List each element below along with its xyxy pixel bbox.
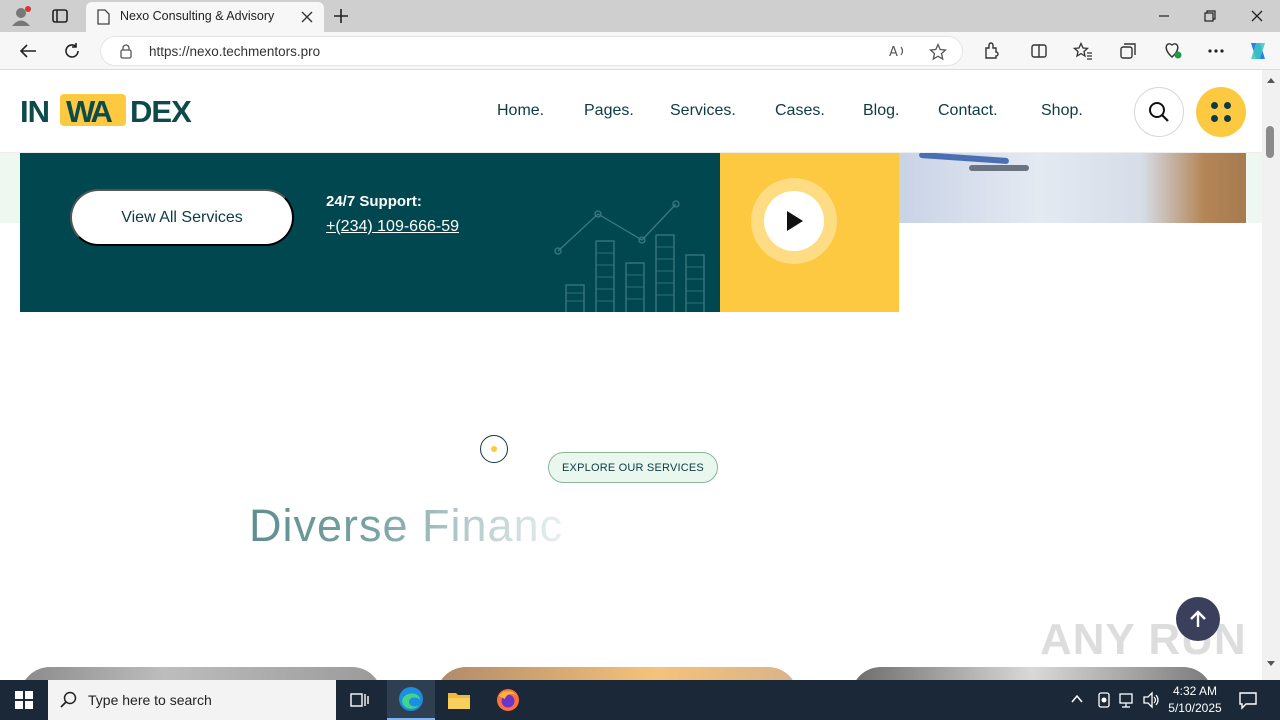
grid-dot-icon — [1224, 115, 1231, 122]
growth-chart-icon — [554, 200, 705, 312]
collections-icon[interactable] — [1114, 37, 1142, 65]
edge-icon — [399, 687, 423, 711]
start-button[interactable] — [0, 680, 48, 720]
nav-cases[interactable]: Cases. — [775, 102, 825, 120]
firefox-icon — [497, 689, 519, 711]
video-block — [720, 153, 899, 312]
file-explorer-button[interactable] — [435, 680, 483, 720]
read-aloud-icon[interactable]: A — [889, 43, 907, 64]
scroll-up-icon[interactable] — [1266, 76, 1276, 84]
nav-shop[interactable]: Shop. — [1041, 102, 1083, 120]
grid-dot-icon — [1224, 102, 1231, 109]
copilot-icon[interactable] — [1244, 37, 1272, 65]
task-view-icon — [350, 693, 369, 707]
split-screen-icon[interactable] — [1025, 37, 1053, 65]
more-options-icon[interactable] — [1202, 37, 1230, 65]
page-viewport: IN WA DEX Home. Pages. Services. Cases. … — [0, 70, 1262, 680]
edge-taskbar-button[interactable] — [387, 680, 435, 720]
tray-app-icon[interactable] — [1096, 691, 1112, 714]
service-card-3[interactable] — [851, 667, 1213, 680]
svg-text:A: A — [889, 45, 898, 59]
clock-time[interactable]: 4:32 AM — [1170, 684, 1220, 698]
section-eyebrow: EXPLORE OUR SERVICES — [548, 452, 718, 483]
scroll-down-icon[interactable] — [1266, 660, 1276, 668]
minimize-icon[interactable] — [1141, 0, 1187, 32]
hero-photo — [899, 153, 1246, 223]
nav-services[interactable]: Services. — [670, 102, 736, 120]
support-banner: View All Services 24/7 Support: +(234) 1… — [20, 153, 720, 312]
support-label: 24/7 Support: — [326, 193, 422, 210]
section-heading: Diverse Financ — [249, 500, 564, 551]
clock-date[interactable]: 5/10/2025 — [1165, 701, 1225, 715]
taskbar-search-placeholder[interactable]: Type here to search — [88, 692, 212, 708]
page-icon — [96, 9, 110, 30]
nav-contact[interactable]: Contact. — [938, 102, 998, 120]
custom-cursor-ring — [480, 435, 508, 463]
service-card-2[interactable] — [436, 667, 798, 680]
firefox-taskbar-button[interactable] — [484, 680, 532, 720]
nav-pages[interactable]: Pages. — [584, 102, 634, 120]
page-scrollbar[interactable] — [1262, 70, 1280, 680]
view-all-services-button[interactable]: View All Services — [70, 189, 294, 246]
arrow-up-icon — [1190, 610, 1206, 627]
photo-detail-shape — [969, 165, 1029, 171]
back-icon[interactable] — [14, 37, 42, 65]
logo-badge: WA — [60, 94, 126, 129]
scrollbar-thumb[interactable] — [1266, 126, 1274, 158]
windows-taskbar: Type here to search 4:32 AM 5/10/2025 — [0, 680, 1280, 720]
grid-dot-icon — [1211, 115, 1218, 122]
address-bar[interactable]: https://nexo.techmentors.pro A — [100, 36, 963, 66]
browser-tab-bar: Nexo Consulting & Advisory — [0, 0, 1280, 32]
tray-overflow-icon[interactable] — [1070, 692, 1084, 711]
tab-title: Nexo Consulting & Advisory — [120, 9, 275, 23]
site-search-button[interactable] — [1134, 87, 1184, 137]
support-phone-link[interactable]: +(234) 109-666-59 — [326, 218, 459, 236]
search-icon — [60, 691, 77, 708]
folder-icon — [448, 693, 470, 709]
logo-text-mid: WA — [66, 94, 113, 129]
favorite-star-icon[interactable] — [928, 42, 948, 66]
browser-toolbar: https://nexo.techmentors.pro A — [0, 32, 1280, 70]
nav-home[interactable]: Home. — [497, 102, 544, 120]
volume-icon[interactable] — [1142, 691, 1160, 714]
search-icon — [1149, 102, 1169, 122]
restore-icon[interactable] — [1187, 0, 1233, 32]
favorites-icon[interactable] — [1069, 37, 1097, 65]
close-tab-icon[interactable] — [300, 10, 314, 29]
nav-blog[interactable]: Blog. — [863, 102, 899, 120]
taskbar-search-box[interactable]: Type here to search — [48, 680, 336, 720]
service-card-1[interactable] — [20, 667, 382, 680]
profile-icon[interactable] — [10, 6, 32, 26]
custom-cursor-dot — [491, 446, 497, 452]
new-tab-icon[interactable] — [332, 7, 350, 30]
site-header: IN WA DEX Home. Pages. Services. Cases. … — [0, 70, 1262, 153]
logo-text-right: DEX — [130, 94, 192, 129]
menu-grid-button[interactable] — [1196, 87, 1246, 137]
lock-icon[interactable] — [119, 44, 133, 64]
site-logo[interactable]: IN WA DEX — [20, 92, 220, 129]
browser-essentials-icon[interactable] — [1158, 37, 1186, 65]
task-view-button[interactable] — [336, 680, 384, 720]
notification-icon[interactable] — [1238, 690, 1258, 715]
url-text[interactable]: https://nexo.techmentors.pro — [149, 44, 320, 59]
windows-logo-icon — [15, 691, 33, 709]
play-video-button[interactable] — [751, 178, 837, 264]
network-icon[interactable] — [1118, 691, 1136, 714]
logo-text-left: IN — [20, 94, 50, 129]
photo-pen-shape — [918, 153, 1010, 165]
tab-actions-icon[interactable] — [50, 7, 70, 25]
grid-dot-icon — [1211, 102, 1218, 109]
close-window-icon[interactable] — [1234, 0, 1280, 32]
extensions-icon[interactable] — [977, 37, 1005, 65]
play-button-core[interactable] — [764, 191, 824, 251]
play-icon — [787, 211, 803, 231]
active-tab[interactable]: Nexo Consulting & Advisory — [86, 2, 324, 32]
back-to-top-button[interactable] — [1176, 597, 1220, 641]
refresh-icon[interactable] — [58, 37, 86, 65]
